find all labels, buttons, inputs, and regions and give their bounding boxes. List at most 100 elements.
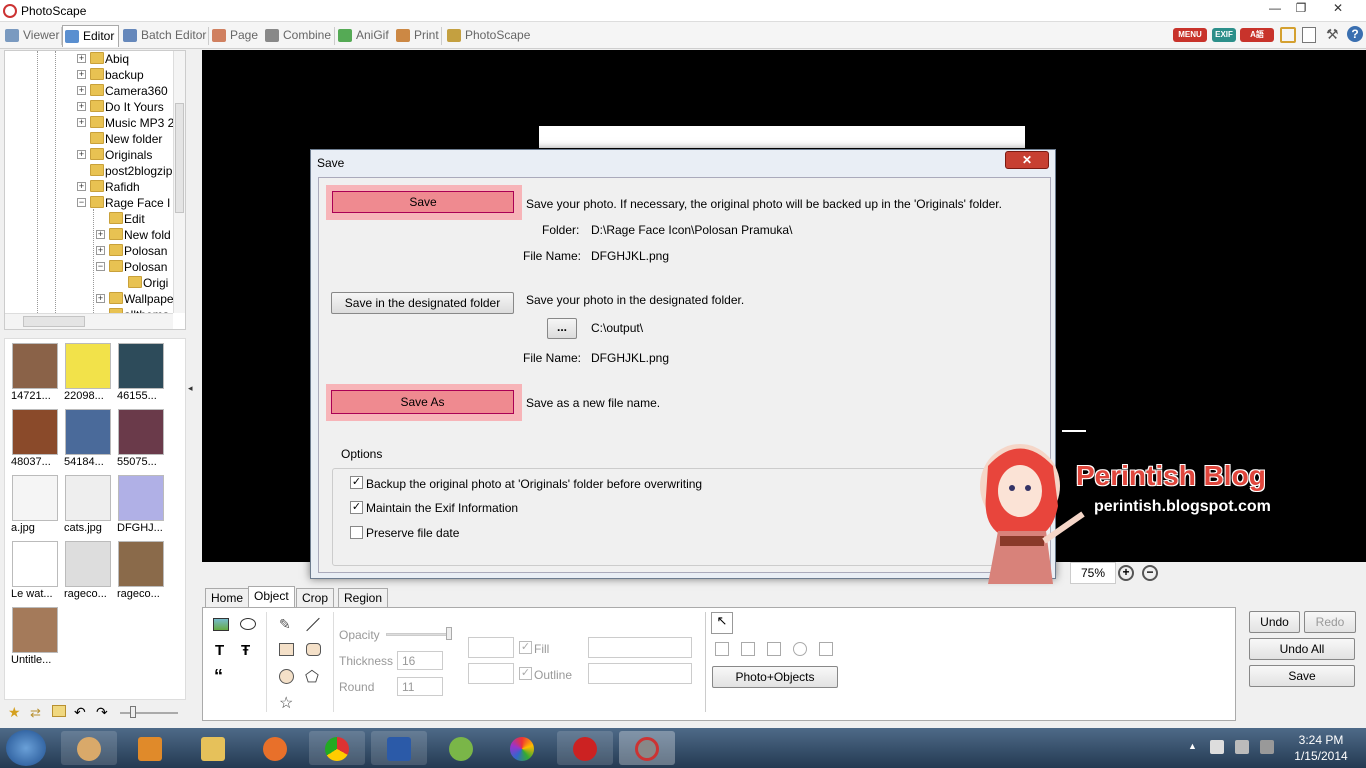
- text-icon[interactable]: T: [215, 642, 224, 659]
- favorite-icon[interactable]: ★: [8, 704, 21, 721]
- tree-folder[interactable]: + Do It Yours: [77, 99, 164, 115]
- taskbar-picasa[interactable]: [494, 731, 550, 765]
- thumbnail-size-slider[interactable]: [120, 712, 178, 714]
- outline-style-dropdown[interactable]: [588, 663, 692, 684]
- taskbar-explorer[interactable]: [185, 731, 241, 765]
- zoom-level[interactable]: 75%: [1070, 562, 1116, 584]
- save-as-button[interactable]: Save As: [331, 390, 514, 414]
- opacity-slider[interactable]: [386, 633, 450, 636]
- thumbnail[interactable]: [12, 541, 58, 587]
- collapse-arrow-icon[interactable]: ◂: [188, 338, 198, 438]
- tree-folder[interactable]: + backup: [77, 67, 144, 83]
- rotate-left-icon[interactable]: ↶: [74, 704, 86, 721]
- collapse-icon[interactable]: −: [77, 198, 86, 207]
- thumbnail[interactable]: [118, 475, 164, 521]
- magic-wand-icon[interactable]: ✎: [279, 616, 291, 633]
- dialog-close-button[interactable]: ✕: [1005, 151, 1049, 169]
- tree-folder[interactable]: + Originals: [77, 147, 152, 163]
- start-button[interactable]: [6, 730, 46, 766]
- tree-folder[interactable]: + Rafidh: [77, 179, 140, 195]
- thumbnail[interactable]: [118, 409, 164, 455]
- opacity-slider-handle[interactable]: [446, 627, 452, 640]
- bring-forward-icon[interactable]: [741, 642, 755, 656]
- tree-folder[interactable]: Origi: [128, 275, 168, 291]
- tab-print[interactable]: Print: [394, 25, 440, 47]
- expand-icon[interactable]: +: [77, 86, 86, 95]
- delete-object-icon[interactable]: [819, 642, 833, 656]
- folder-tree[interactable]: + Abiq + backup + Camera360 + Do It Yours + Music…: [4, 50, 186, 330]
- undo-all-button[interactable]: Undo All: [1249, 638, 1355, 660]
- text-box-icon[interactable]: Ŧ: [241, 642, 250, 659]
- taskbar-photoscape[interactable]: [619, 731, 675, 765]
- tab-crop[interactable]: Crop: [296, 588, 335, 608]
- tab-editor[interactable]: Editor: [62, 25, 119, 47]
- scrollbar-thumb[interactable]: [175, 103, 184, 213]
- tab-home[interactable]: Home: [205, 588, 250, 608]
- maintain-exif-checkbox[interactable]: ✓: [350, 501, 363, 514]
- round-spinner[interactable]: 11: [397, 677, 443, 696]
- help-icon[interactable]: ?: [1347, 26, 1363, 42]
- tree-folder[interactable]: + Wallpape: [96, 291, 174, 307]
- fill-style-dropdown[interactable]: [588, 637, 692, 658]
- thumbnail[interactable]: [65, 541, 111, 587]
- tab-combine[interactable]: Combine: [263, 25, 333, 47]
- tree-folder[interactable]: + New fold: [96, 227, 171, 243]
- scrollbar-thumb[interactable]: [23, 316, 85, 327]
- language-button[interactable]: A語: [1240, 28, 1274, 42]
- tab-batch-editor[interactable]: Batch Editor: [121, 25, 207, 47]
- group-objects-icon[interactable]: [793, 642, 807, 656]
- thumbnail[interactable]: [118, 541, 164, 587]
- rectangle-icon[interactable]: [279, 643, 294, 656]
- speech-balloon-icon[interactable]: [240, 618, 256, 630]
- taskbar-word[interactable]: [371, 731, 427, 765]
- taskbar-firefox[interactable]: [247, 731, 303, 765]
- fill-color-dropdown[interactable]: [468, 637, 514, 658]
- tree-folder[interactable]: post2blogzip: [90, 163, 172, 179]
- star-icon[interactable]: ☆: [279, 693, 293, 713]
- outline-color-dropdown[interactable]: [468, 663, 514, 684]
- tree-folder[interactable]: − Polosan: [96, 259, 167, 275]
- tree-folder[interactable]: + Music MP3 2: [77, 115, 174, 131]
- tree-folder[interactable]: New folder: [90, 131, 162, 147]
- close-window-button[interactable]: ✕: [1316, 0, 1360, 18]
- undo-button[interactable]: Undo: [1249, 611, 1300, 633]
- clock-date[interactable]: 1/15/2014: [1286, 749, 1356, 763]
- expand-icon[interactable]: +: [77, 70, 86, 79]
- thumbnail[interactable]: [65, 343, 111, 389]
- tray-expand-icon[interactable]: ▲: [1188, 741, 1197, 751]
- photo-objects-button[interactable]: Photo+Objects: [712, 666, 838, 688]
- save-designated-folder-button[interactable]: Save in the designated folder: [331, 292, 514, 314]
- thickness-spinner[interactable]: 16: [397, 651, 443, 670]
- thumbnail[interactable]: [12, 343, 58, 389]
- polygon-icon[interactable]: ⬠: [305, 667, 319, 687]
- send-backward-icon[interactable]: [767, 642, 781, 656]
- tab-region[interactable]: Region: [338, 588, 389, 608]
- tree-horizontal-scrollbar[interactable]: [5, 313, 173, 329]
- taskbar-app[interactable]: [557, 731, 613, 765]
- tray-volume-icon[interactable]: [1260, 740, 1274, 754]
- folder-settings-icon[interactable]: [1280, 27, 1296, 43]
- line-icon[interactable]: [306, 617, 320, 632]
- maximize-button[interactable]: ❐: [1288, 0, 1314, 18]
- expand-icon[interactable]: +: [77, 150, 86, 159]
- tree-folder[interactable]: − Rage Face I: [77, 195, 170, 211]
- rounded-rectangle-icon[interactable]: [306, 643, 321, 656]
- tree-vertical-scrollbar[interactable]: [173, 51, 185, 313]
- pointer-select-icon[interactable]: ↖: [711, 612, 733, 634]
- taskbar-media-player[interactable]: [122, 731, 178, 765]
- quote-icon[interactable]: “: [214, 666, 223, 687]
- save-button[interactable]: Save: [332, 191, 514, 213]
- tools-icon[interactable]: ⚒: [1326, 26, 1339, 43]
- save-main-button[interactable]: Save: [1249, 665, 1355, 687]
- menu-button[interactable]: MENU: [1173, 28, 1207, 42]
- tab-object[interactable]: Object: [248, 586, 295, 608]
- expand-icon[interactable]: +: [96, 230, 105, 239]
- fill-checkbox[interactable]: ✓: [519, 641, 532, 654]
- photo-object-icon[interactable]: [213, 618, 229, 631]
- tree-folder[interactable]: + Polosan: [96, 243, 167, 259]
- backup-originals-checkbox[interactable]: ✓: [350, 476, 363, 489]
- thumbnail[interactable]: [12, 475, 58, 521]
- thumbnail[interactable]: [12, 607, 58, 653]
- clock-time[interactable]: 3:24 PM: [1286, 733, 1356, 747]
- tab-photoscape[interactable]: PhotoScape: [445, 25, 530, 47]
